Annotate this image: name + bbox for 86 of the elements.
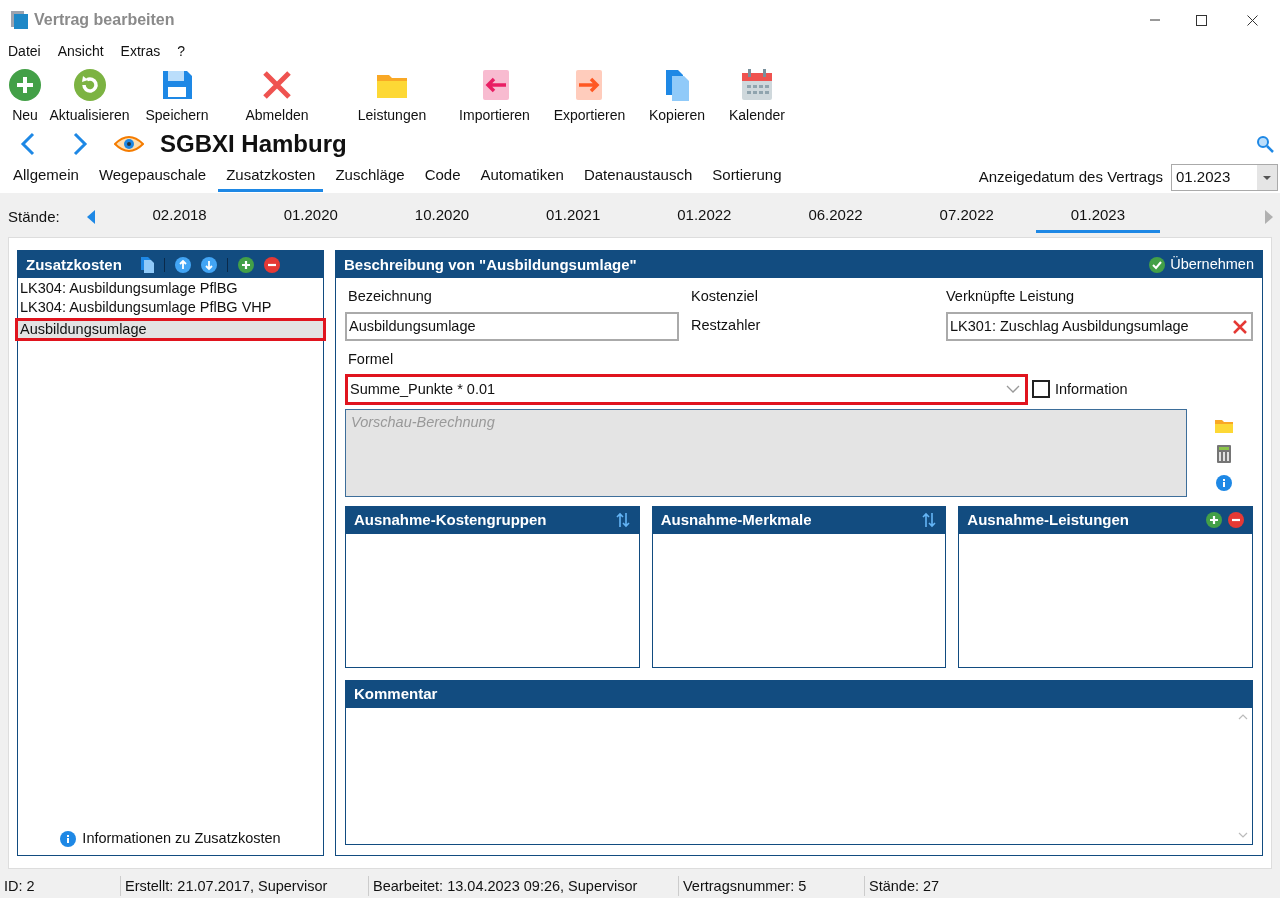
version-tab[interactable]: 10.2020 (379, 201, 504, 234)
calculator-icon (1217, 444, 1231, 463)
window-title: Vertrag bearbeiten (34, 10, 175, 30)
info-link[interactable]: Informationen zu Zusatzkosten (82, 828, 281, 850)
version-tab[interactable]: 01.2020 (248, 201, 373, 234)
remove-icon (1228, 512, 1244, 529)
toolbar-button[interactable]: Kalender (717, 64, 797, 126)
status-text: Erstellt: 21.07.2017, Supervisor (125, 876, 328, 896)
info-icon (60, 831, 77, 848)
preview-field[interactable]: Vorschau-Berechnung (345, 408, 1187, 497)
contract-heading: SGBXI Hamburg (160, 128, 347, 159)
toolbar-button[interactable]: Speichern (137, 64, 217, 126)
menu-item[interactable]: Datei (8, 41, 41, 63)
display-date-dropdown[interactable]: 01.2023 (1171, 163, 1278, 191)
panel-title: Beschreibung von "Ausbildungsumlage" (344, 254, 637, 275)
menu-item[interactable]: Ansicht (57, 41, 104, 63)
menu-item[interactable]: Extras (120, 41, 161, 63)
tab[interactable]: Allgemein (5, 162, 87, 193)
toolbar-button[interactable]: Kopieren (637, 64, 717, 126)
list-item[interactable]: LK304: Ausbildungsumlage PflBG VHP (18, 299, 323, 319)
save-icon (160, 68, 194, 102)
panel-title: Kommentar (354, 684, 438, 705)
name-field[interactable]: Ausbildungsumlage (345, 312, 679, 342)
version-tab[interactable]: 02.2018 (117, 201, 242, 234)
status-text: Vertragsnummer: 5 (683, 876, 807, 896)
right-arrow-icon (1264, 209, 1274, 226)
field-label: Verknüpfte Leistung (946, 287, 1076, 307)
panel-title: Ausnahme-Kostengruppen (354, 510, 547, 531)
sort-icon (921, 512, 938, 529)
toolbar-button[interactable]: Abmelden (217, 64, 337, 126)
tab[interactable]: Code (416, 162, 469, 193)
minimize-icon (1150, 19, 1160, 21)
copy-icon (139, 256, 154, 273)
add-icon (237, 256, 254, 273)
eye-icon (114, 133, 144, 154)
status-text: Bearbeitet: 13.04.2023 09:26, Supervisor (373, 876, 638, 896)
status-text: ID: 2 (4, 876, 35, 896)
tab[interactable]: Datenaustausch (575, 162, 701, 193)
version-tab[interactable]: 01.2021 (511, 201, 636, 234)
maximize-icon (1195, 14, 1207, 26)
info-icon (1216, 474, 1232, 491)
toolbar-button[interactable]: Aktualisieren (42, 64, 137, 126)
clear-icon (1233, 319, 1247, 334)
remove-icon (263, 256, 280, 273)
version-tab[interactable]: 01.2022 (642, 201, 767, 234)
version-tab[interactable]: 01.2023 (1035, 201, 1160, 234)
linked-service-field[interactable]: LK301: Zuschlag Ausbildungsumlage (946, 312, 1253, 342)
display-date-label: Anzeigedatum des Vertrags (978, 166, 1163, 187)
checkbox-label: Information (1055, 379, 1128, 399)
formula-dropdown[interactable]: Summe_Punkte * 0.01 (345, 373, 1028, 405)
apply-button[interactable]: Übernehmen (1149, 254, 1254, 276)
toolbar-button[interactable]: Exportieren (542, 64, 637, 126)
panel-title: Ausnahme-Merkmale (660, 510, 812, 531)
status-text: Stände: 27 (869, 876, 940, 896)
calendar-icon (740, 68, 774, 102)
toolbar-button[interactable]: Leistungen (337, 64, 447, 126)
version-tab[interactable]: 07.2022 (904, 201, 1029, 234)
list-item[interactable]: LK304: Ausbildungsumlage PflBG (18, 280, 323, 300)
versions-label: Stände: (8, 206, 61, 227)
check-icon (1149, 256, 1166, 273)
left-arrow-icon (86, 209, 96, 226)
toolbar-button[interactable]: Neu (8, 64, 42, 126)
tab[interactable]: Automatiken (472, 162, 572, 193)
close-icon (1246, 14, 1258, 26)
field-label: Bezeichnung (347, 287, 433, 307)
information-checkbox[interactable] (1032, 380, 1050, 399)
tab[interactable]: Zuschläge (327, 162, 413, 193)
window-icon (10, 10, 30, 30)
list-item[interactable]: Ausbildungsumlage (15, 318, 326, 342)
plus-icon (8, 68, 42, 102)
folder-icon (1215, 418, 1233, 433)
tab[interactable]: Sortierung (704, 162, 790, 193)
version-tab[interactable]: 06.2022 (773, 201, 898, 234)
field-label: Kostenziel (691, 287, 759, 307)
chevron-down-icon (1006, 384, 1020, 395)
add-icon (1206, 512, 1222, 529)
field-value: Restzahler (691, 316, 762, 336)
toolbar-button[interactable]: Importieren (447, 64, 542, 126)
sort-icon (614, 512, 631, 529)
panel-title: Ausnahme-Leistungen (967, 510, 1130, 531)
field-label: Formel (347, 350, 395, 370)
tab[interactable]: Wegepauschale (90, 162, 215, 193)
menu-item[interactable]: ? (177, 41, 186, 63)
refresh-icon (72, 68, 107, 102)
panel-title: Zusatzkosten (26, 254, 122, 275)
search-icon (1256, 134, 1274, 153)
